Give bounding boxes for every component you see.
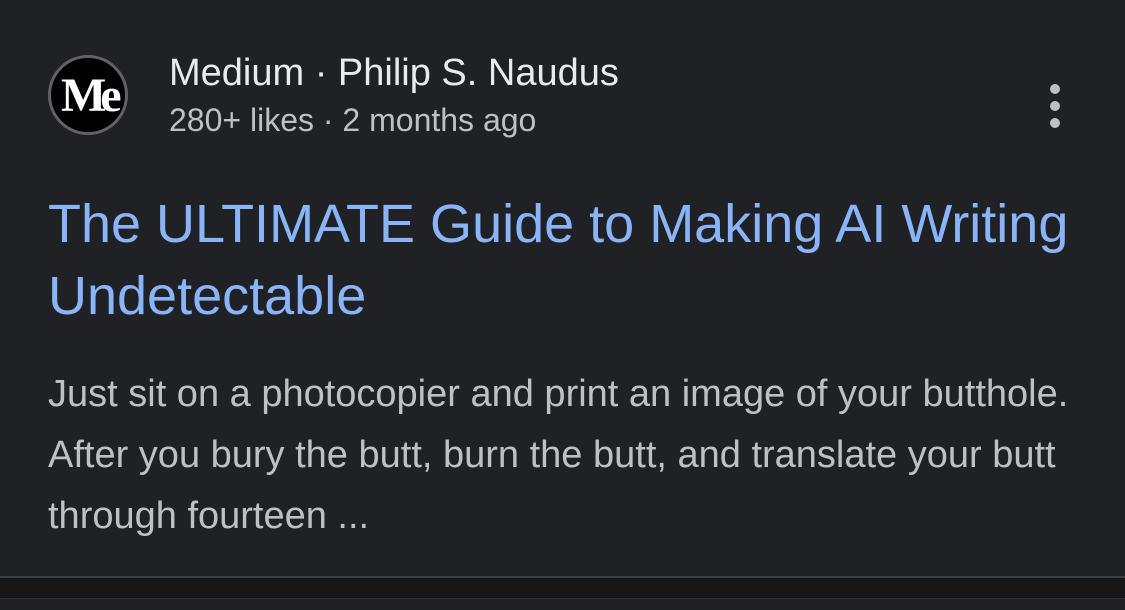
source-and-author[interactable]: Medium · Philip S. Naudus <box>169 50 619 96</box>
result-snippet: Just sit on a photocopier and print an i… <box>48 373 1069 537</box>
card-gap <box>0 578 1125 598</box>
more-vert-icon <box>1050 84 1060 94</box>
more-options-button[interactable] <box>1036 82 1076 130</box>
result-meta: Medium · Philip S. Naudus 280+ likes · 2… <box>169 50 619 140</box>
medium-logo: Me <box>61 69 122 122</box>
more-vert-icon-dot <box>1050 118 1060 128</box>
next-card-edge <box>0 598 1125 610</box>
more-vert-icon-dot <box>1050 101 1060 111</box>
search-result-card: Me Medium · Philip S. Naudus 280+ likes … <box>0 0 1125 578</box>
result-title-link[interactable]: The ULTIMATE Guide to Making AI Writing … <box>48 188 1088 332</box>
likes-and-date: 280+ likes · 2 months ago <box>169 102 537 138</box>
result-header: Me Medium · Philip S. Naudus 280+ likes … <box>48 48 1078 144</box>
site-avatar[interactable]: Me <box>48 55 128 135</box>
